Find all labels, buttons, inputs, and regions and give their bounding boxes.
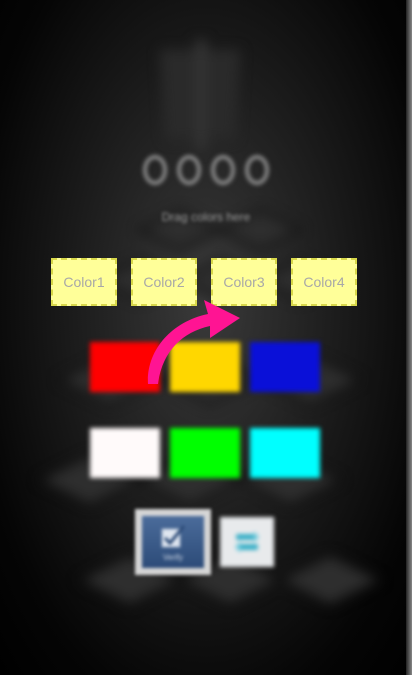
verify-button-face: Verify	[142, 516, 204, 568]
color-swatch-green[interactable]	[170, 428, 240, 478]
switch-button[interactable]	[220, 517, 274, 567]
color-swatch-blue[interactable]	[250, 342, 320, 392]
checkbox-icon	[161, 524, 186, 547]
color-swatch-cyan[interactable]	[250, 428, 320, 478]
color-swatch-white[interactable]	[90, 428, 160, 478]
pin-digit	[211, 155, 235, 185]
instruction-text: Drag colors here	[161, 210, 251, 224]
verify-button-label: Verify	[162, 552, 183, 562]
pin-digit	[177, 155, 201, 185]
color-slot-4[interactable]: Color4	[291, 258, 357, 306]
pin-indicator	[0, 155, 412, 185]
color-slot-1[interactable]: Color1	[51, 258, 117, 306]
switch-icon	[235, 531, 259, 553]
window-edge	[406, 0, 412, 675]
pin-digit	[143, 155, 167, 185]
verify-button[interactable]: Verify	[135, 509, 211, 575]
drag-hint-arrow-icon	[147, 300, 240, 384]
pin-digit	[245, 155, 269, 185]
